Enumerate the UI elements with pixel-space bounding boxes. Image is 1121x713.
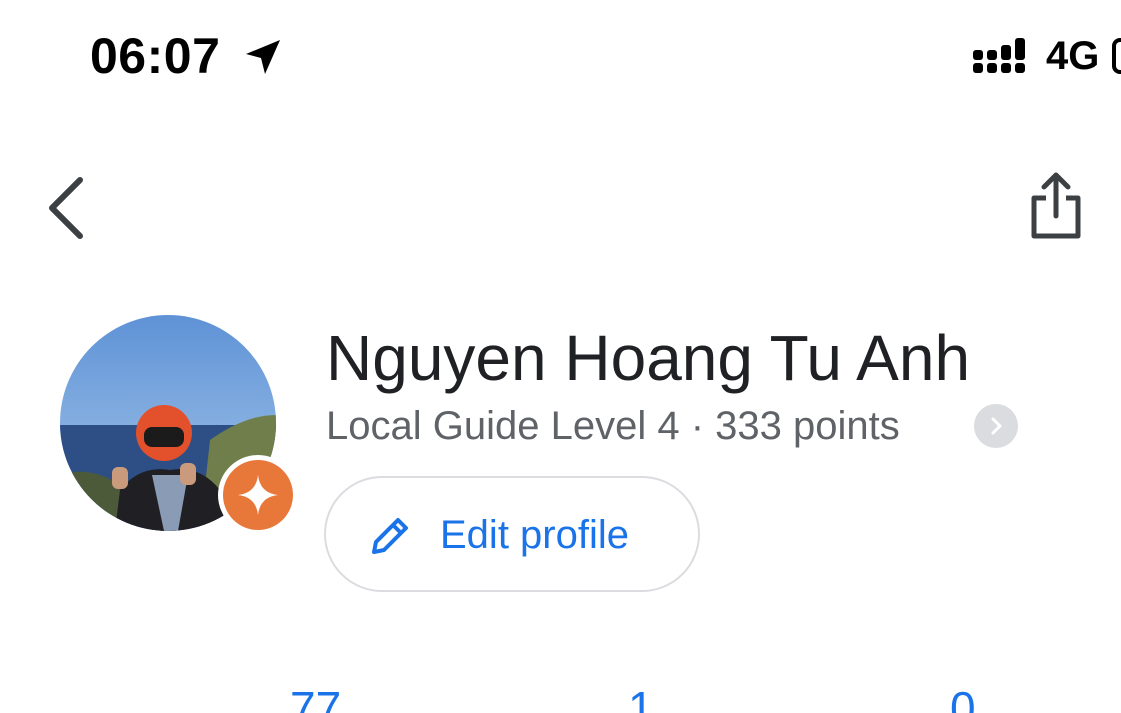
back-button[interactable] [40, 172, 96, 244]
pencil-icon [372, 518, 408, 554]
share-icon [1031, 172, 1081, 239]
location-arrow-icon [246, 40, 280, 74]
badge-circle [223, 460, 293, 530]
profile-name: Nguyen Hoang Tu Anh [326, 322, 971, 394]
local-guide-level[interactable]: Local Guide Level 4 · 333 points [326, 402, 900, 450]
stat-value[interactable]: 1 [628, 680, 654, 713]
profile-screen: 06:07 4G Nguyen Hoang Tu Anh Local Guide… [0, 0, 1121, 713]
level-details-button[interactable] [974, 404, 1018, 448]
edit-profile-label: Edit profile [440, 513, 629, 557]
network-type: 4G [1046, 34, 1100, 78]
signal-icon [973, 38, 1025, 73]
share-button[interactable] [1024, 170, 1088, 246]
local-guide-star-icon [238, 475, 278, 515]
edit-profile-button[interactable]: Edit profile [324, 476, 700, 592]
chevron-right-icon [991, 417, 1002, 435]
local-guide-badge [218, 455, 298, 535]
battery-icon [1112, 38, 1121, 74]
stat-value[interactable]: 77 [290, 680, 341, 713]
status-time: 06:07 [90, 28, 221, 84]
stat-value[interactable]: 0 [950, 680, 976, 713]
chevron-left-icon [49, 177, 83, 239]
